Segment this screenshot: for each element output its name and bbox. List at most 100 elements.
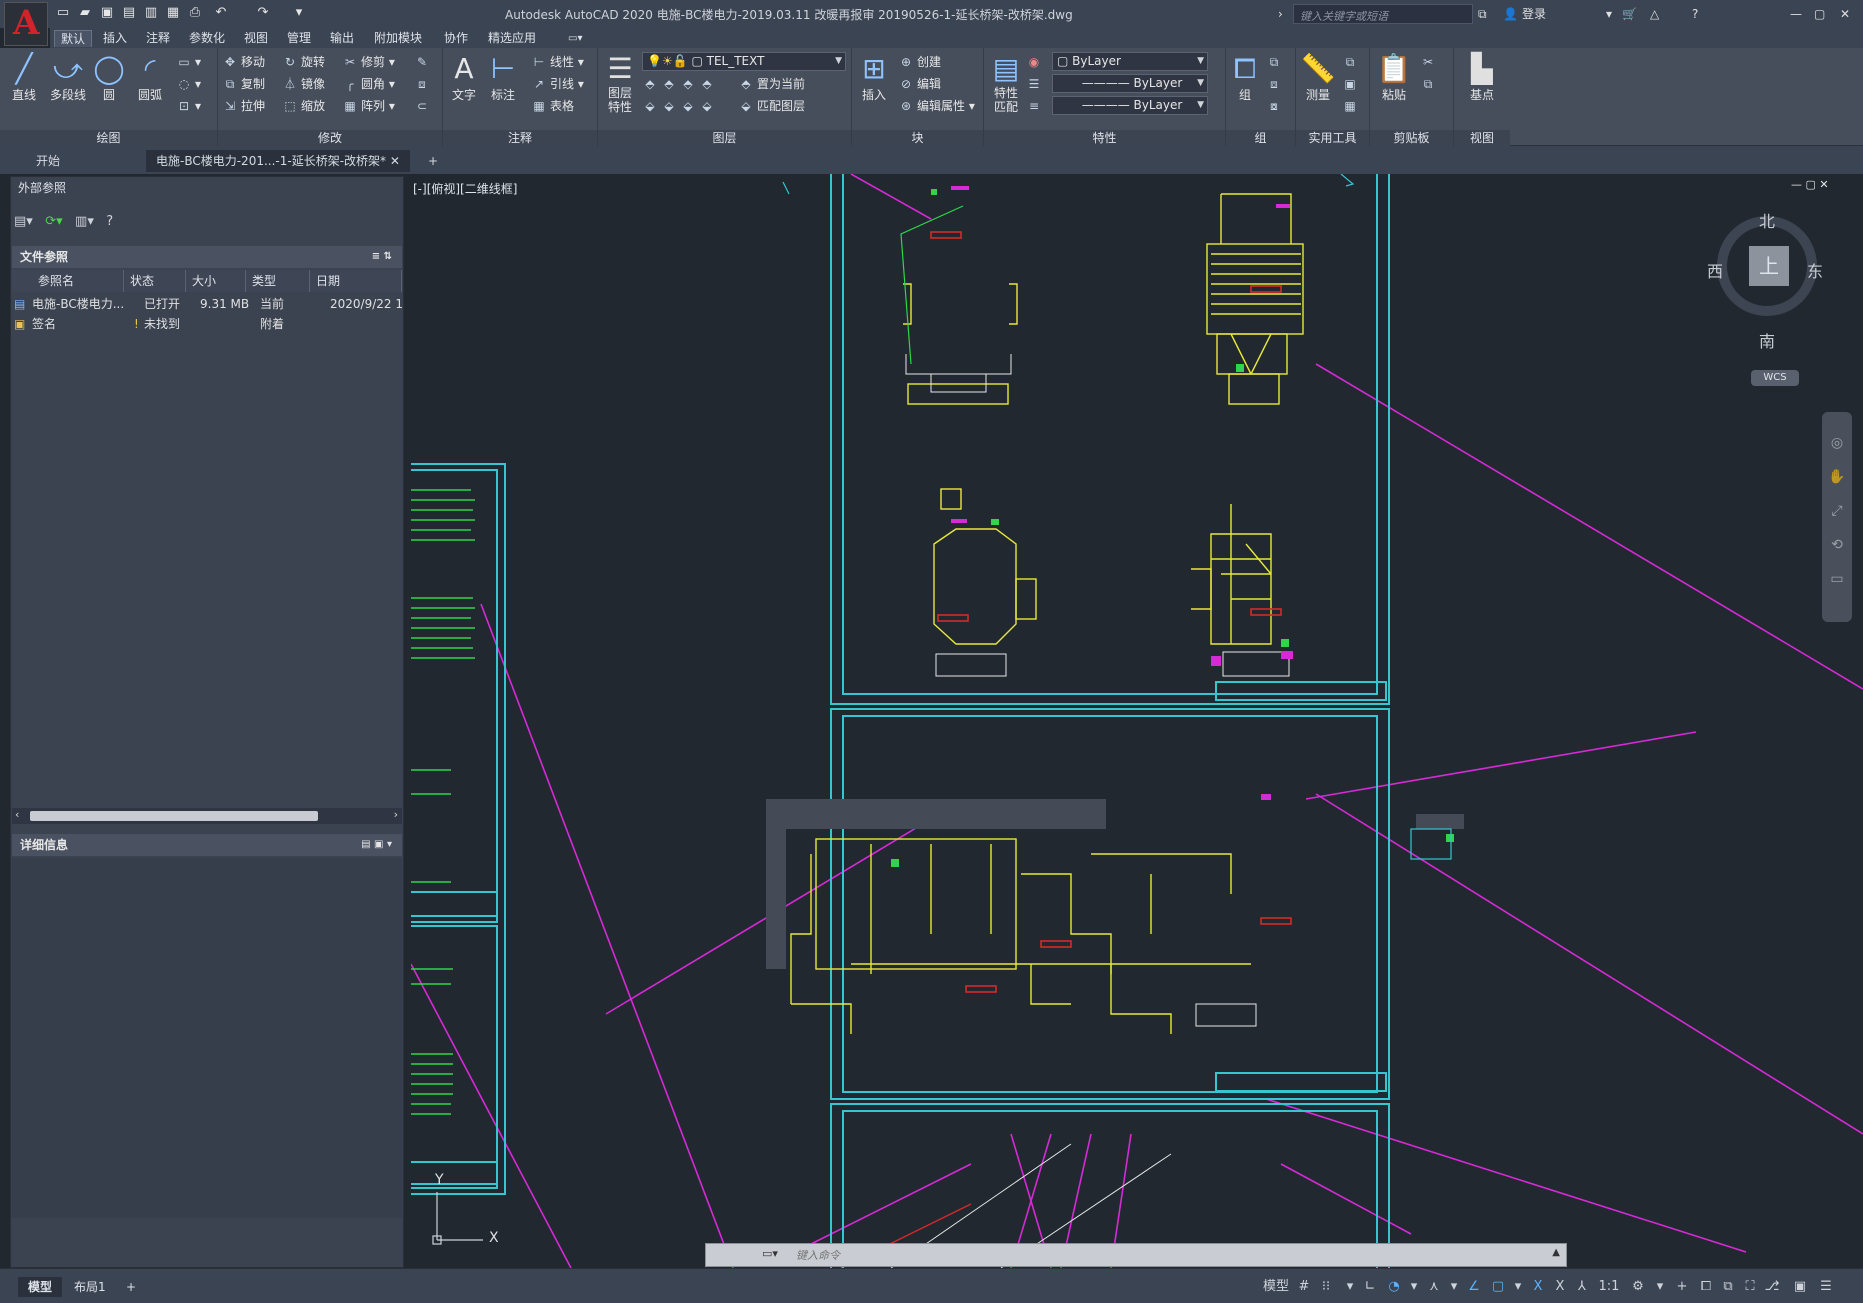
new-file-icon[interactable]: ▭ [54,5,72,21]
new-tab-button[interactable]: + [418,150,448,172]
viewcube-south[interactable]: 南 [1759,328,1775,352]
color-dropdown[interactable]: ▢ ByLayer ▼ [1052,52,1208,71]
search-input[interactable]: 键入关键字或短语 [1293,4,1473,24]
redo-icon[interactable]: ↷ [254,5,272,21]
dropdown-arrow-icon[interactable]: ▾ [1606,5,1612,23]
tab-annotate[interactable]: 注释 [140,30,176,47]
set-current-button[interactable]: ⬘ 置为当前 [738,74,805,94]
ungroup-icon[interactable]: ⧉ [1266,52,1285,72]
user-icon[interactable]: 👤 [1503,5,1518,23]
minimize-icon[interactable]: — [1790,5,1802,23]
tab-collaborate[interactable]: 协作 [438,30,474,47]
base-view-button[interactable]: ▙ 基点 [1460,52,1504,103]
command-history-icon[interactable]: ▭▾ [762,1247,778,1260]
pan-icon[interactable]: ✋ [1828,460,1846,494]
annotation-monitor-icon[interactable]: + [1672,1278,1692,1296]
add-layout-button[interactable]: + [116,1277,146,1297]
select-all-icon[interactable]: ▣ [1342,74,1361,94]
stretch-button[interactable]: ⇲ 拉伸 [222,96,265,116]
col-type[interactable]: 类型 [246,270,310,292]
offset-button[interactable]: ⊂ [414,96,433,116]
explode-button[interactable]: ⧈ [414,74,433,94]
array-button[interactable]: ▦ 阵列 ▾ [342,96,395,116]
col-size[interactable]: 大小 [186,270,246,292]
col-status[interactable]: 状态 [124,270,186,292]
tab-parametric[interactable]: 参数化 [183,30,231,47]
save-web-icon[interactable]: ▦ [164,5,182,21]
polar-icon[interactable]: ◔ [1384,1278,1404,1296]
tab-overflow-icon[interactable]: ▭▾ [562,30,588,47]
group-select-icon[interactable]: ⧇ [1266,96,1285,116]
plot-icon[interactable]: ⎙ [186,5,204,21]
object-snap-dropdown-icon[interactable]: ▾ [1508,1278,1528,1296]
groups-panel-title[interactable]: 组 [1226,130,1295,146]
expand-search-icon[interactable]: › [1278,5,1283,23]
zoom-icon[interactable]: ⤢ [1828,494,1846,528]
tab-model[interactable]: 模型 [18,1277,63,1297]
rectangle-icon[interactable]: ▭ ▾ [176,52,201,72]
layers-panel-title[interactable]: 图层 [598,130,851,146]
command-input[interactable] [794,1247,1474,1264]
model-space-button[interactable]: 模型 [1262,1278,1290,1296]
isodraft-icon[interactable]: ⋏ [1424,1278,1444,1296]
layer-dropdown[interactable]: 💡☀🔓 ▢ TEL_TEXT ▼ [642,52,846,71]
viewcube-west[interactable]: 西 [1707,258,1723,282]
steering-wheel-icon[interactable]: ◎ [1828,426,1846,460]
details-toggle-icon[interactable]: ▤ ▣ ▾ [361,834,392,856]
tab-featured-apps[interactable]: 精选应用 [482,30,542,47]
move-button[interactable]: ✥ 移动 [222,52,265,72]
cut-icon[interactable]: ✂ [1420,52,1439,72]
scroll-left-icon[interactable]: ‹ [15,808,19,821]
view-mode-icon[interactable]: ≡ ⇅ [372,246,392,268]
auto-scale-icon[interactable]: Ⅹ [1550,1278,1570,1296]
edit-attributes-button[interactable]: ⊛ 编辑属性 ▾ [898,96,975,116]
insert-block-button[interactable]: ⊞ 插入 [856,52,892,103]
linetype-dropdown[interactable]: ———— ByLayer ▼ [1052,74,1208,93]
annotation-scale-icon[interactable]: ⅄ [1572,1278,1592,1296]
lineweight-icon[interactable]: ≡ [1026,96,1045,116]
text-button[interactable]: A 文字 [447,52,481,103]
lock-ui-icon[interactable]: ⛶ [1740,1278,1760,1296]
table-row[interactable]: ▤ 电施-BC楼电力... 已打开 9.31 MB 当前 2020/9/22 1 [12,294,402,314]
color-wheel-icon[interactable]: ◉ [1026,52,1045,72]
calculator-icon[interactable]: ▦ [1342,96,1361,116]
grid-icon[interactable]: # [1294,1278,1314,1296]
customization-menu-icon[interactable]: ☰ [1816,1278,1836,1296]
sign-in-link[interactable]: 登录 [1522,5,1546,23]
hatch-icon[interactable]: ◌ ▾ [176,74,201,94]
tab-insert[interactable]: 插入 [97,30,133,47]
mirror-button[interactable]: ⏃ 镜像 [282,74,325,94]
tab-start[interactable]: 开始 [26,150,70,172]
workspace-dropdown-icon[interactable]: ▾ [1650,1278,1670,1296]
a360-icon[interactable]: △ [1650,5,1659,23]
annotation-scale-value[interactable]: 1:1 [1596,1278,1622,1296]
tab-output[interactable]: 输出 [324,30,360,47]
group-edit-icon[interactable]: ⧈ [1266,74,1285,94]
tab-home[interactable]: 默认 [54,30,93,47]
tab-addins[interactable]: 附加模块 [368,30,428,47]
match-layer-button[interactable]: ⬙ 匹配图层 [738,96,805,116]
layer-tools-row1[interactable]: ⬘ ⬘ ⬘ ⬘ [642,74,718,94]
scroll-right-icon[interactable]: › [394,808,398,821]
cart-icon[interactable]: 🛒 [1622,5,1637,23]
ortho-icon[interactable]: ∟ [1360,1278,1380,1296]
viewcube-top-face[interactable]: 上 [1749,246,1789,286]
trim-button[interactable]: ✂ 修剪 ▾ [342,52,395,72]
object-snap-icon[interactable]: ▢ [1488,1278,1508,1296]
view-panel-title[interactable]: 视图 [1454,130,1510,146]
viewcube-east[interactable]: 东 [1807,258,1823,282]
properties-panel-title[interactable]: 特性 [984,130,1225,146]
navigation-bar[interactable]: ◎ ✋ ⤢ ⟲ ▭ [1822,412,1852,622]
leader-button[interactable]: ↗ 引线 ▾ [531,74,584,94]
copy-button[interactable]: ⧉ 复制 [222,74,265,94]
object-snap-tracking-icon[interactable]: ∠ [1464,1278,1484,1296]
polyline-button[interactable]: ⤻ 多段线 [46,52,90,103]
table-button[interactable]: ▦ 表格 [531,96,574,116]
showmotion-icon[interactable]: ▭ [1828,562,1846,596]
workspace-gear-icon[interactable]: ⚙ [1628,1278,1648,1296]
draw-panel-title[interactable]: 绘图 [0,130,217,146]
close-icon[interactable]: ✕ [1840,5,1850,23]
modify-panel-title[interactable]: 修改 [218,130,442,146]
edit-block-button[interactable]: ⊘ 编辑 [898,74,941,94]
help-icon[interactable]: ? [1692,5,1698,23]
